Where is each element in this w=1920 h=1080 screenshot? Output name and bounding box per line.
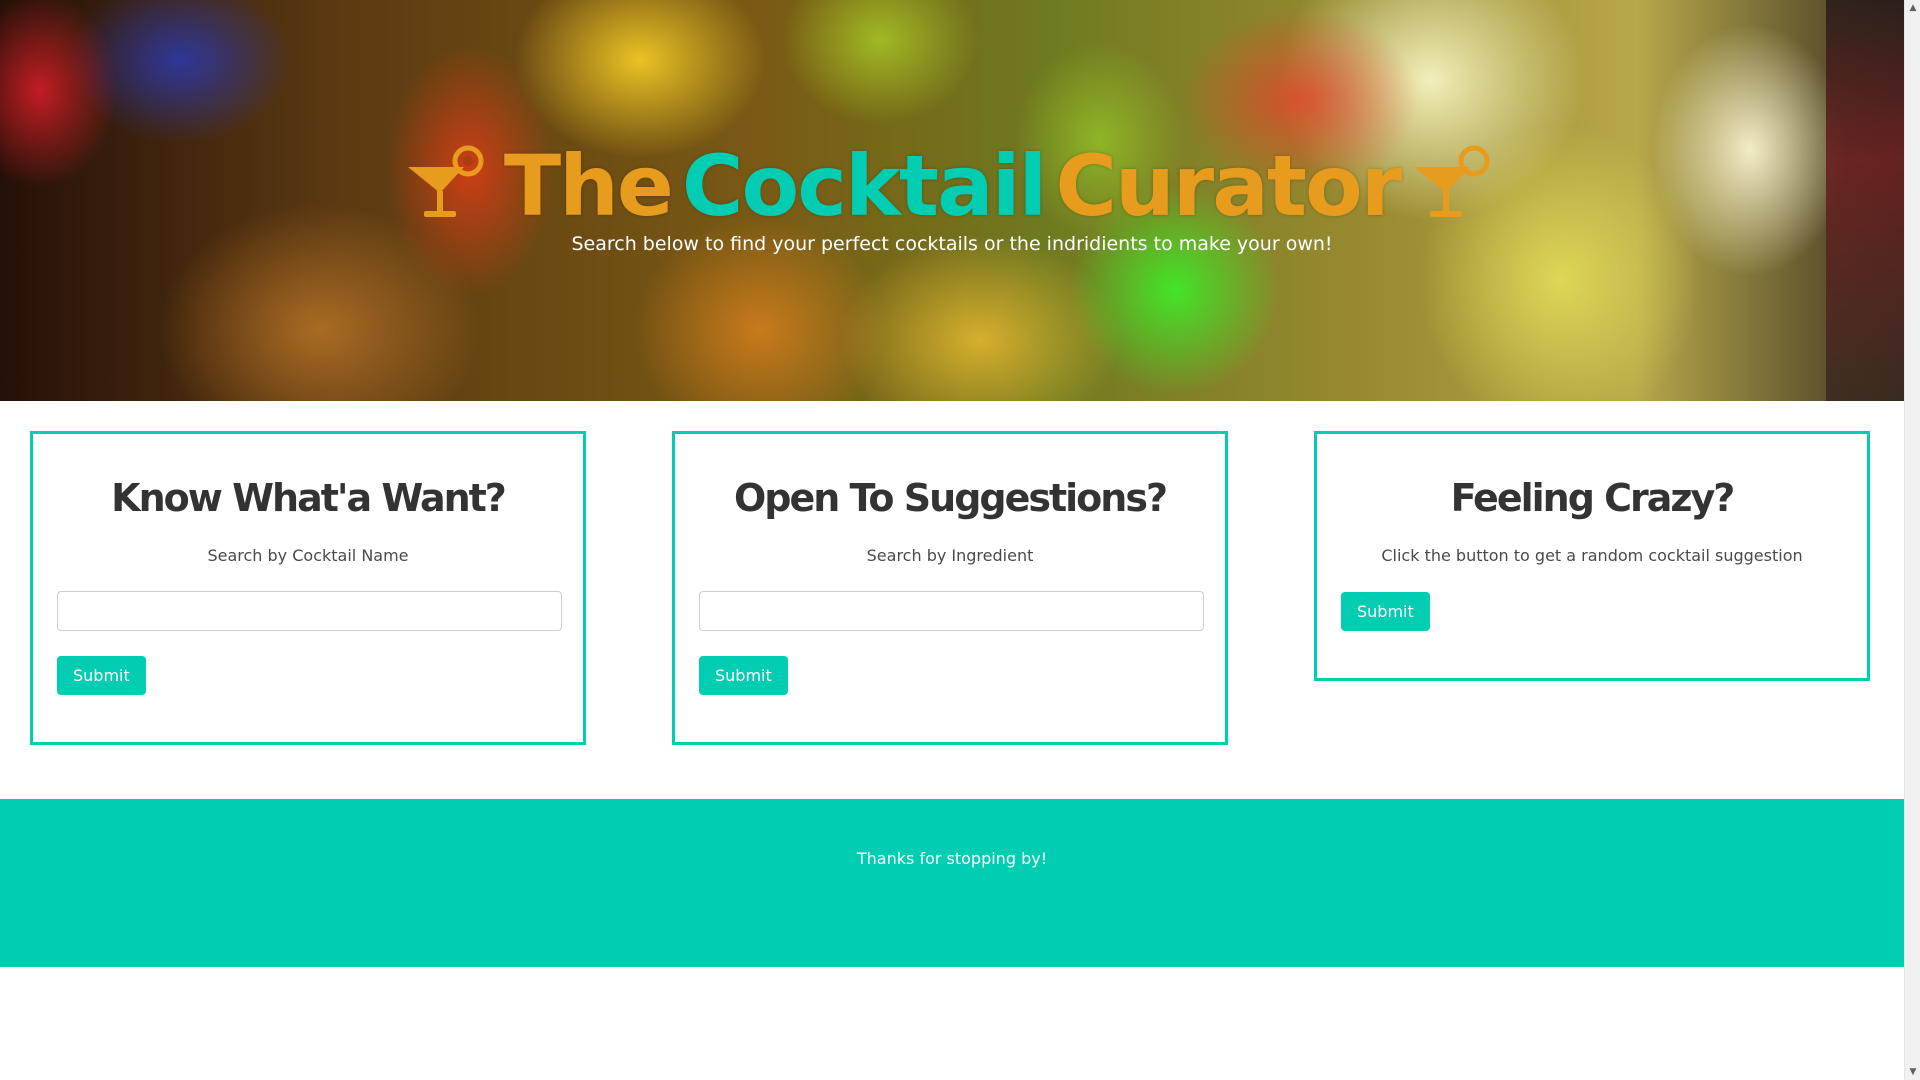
cocktail-name-input[interactable] [57, 591, 562, 631]
cocktail-glass-icon [407, 145, 484, 217]
cocktail-glass-icon [1414, 145, 1490, 217]
card-description: Click the button to get a random cocktai… [1381, 546, 1803, 565]
vertical-scrollbar[interactable]: ▲ ▼ [1904, 0, 1920, 1080]
footer: Thanks for stopping by! [0, 799, 1904, 967]
submit-name-button[interactable]: Submit [57, 656, 146, 695]
scroll-down-arrow-icon[interactable]: ▼ [1905, 1064, 1920, 1080]
hero-subtitle: Search below to find your perfect cockta… [571, 233, 1333, 255]
footer-text: Thanks for stopping by! [856, 849, 1048, 868]
card-heading: Feeling Crazy? [1450, 476, 1736, 520]
submit-ingredient-button[interactable]: Submit [699, 656, 788, 695]
title-word-cocktail: Cocktail [681, 137, 1047, 235]
scroll-up-arrow-icon[interactable]: ▲ [1905, 0, 1920, 16]
hero-banner: The Cocktail Curator Search below to fin… [0, 0, 1904, 401]
card-random-cocktail: Feeling Crazy? Click the button to get a… [1314, 431, 1870, 681]
ingredient-input[interactable] [699, 591, 1204, 631]
card-heading: Know What'a Want? [111, 476, 507, 520]
card-search-by-name: Know What'a Want? Search by Cocktail Nam… [30, 431, 586, 745]
submit-random-button[interactable]: Submit [1341, 592, 1430, 631]
title-word-curator: Curator [1055, 137, 1402, 235]
card-description: Search by Cocktail Name [207, 546, 409, 565]
card-search-by-ingredient: Open To Suggestions? Search by Ingredien… [672, 431, 1228, 745]
title-word-the: The [503, 137, 674, 235]
site-title: The Cocktail Curator [0, 136, 1904, 236]
card-heading: Open To Suggestions? [734, 476, 1168, 520]
card-description: Search by Ingredient [866, 546, 1034, 565]
